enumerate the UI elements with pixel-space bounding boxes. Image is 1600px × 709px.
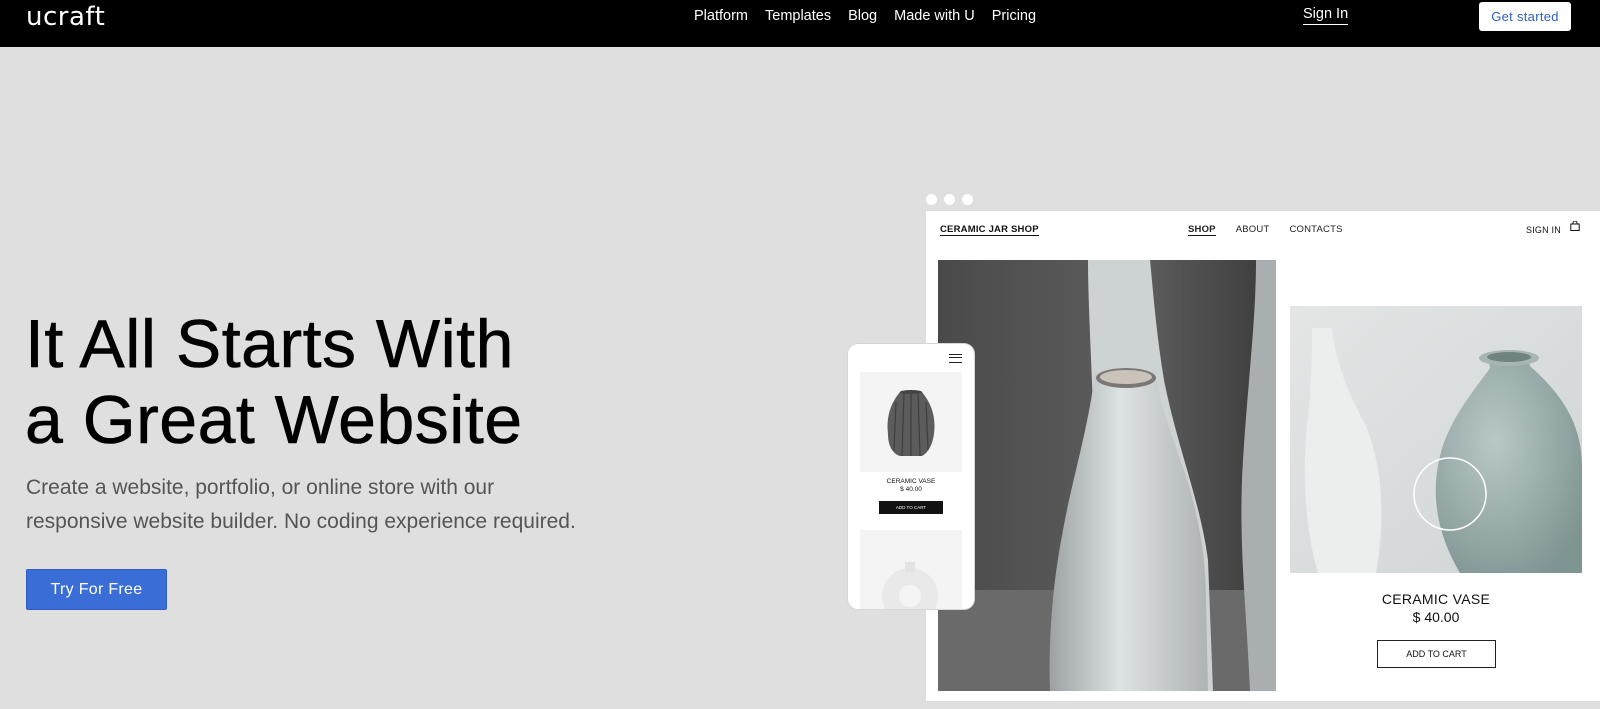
shop-nav-about: ABOUT [1235, 224, 1270, 235]
hero-subtitle-line-1: Create a website, portfolio, or online s… [26, 476, 495, 499]
nav-item-templates[interactable]: Templates [765, 8, 831, 24]
shop-name: CERAMIC JAR SHOP [940, 224, 1039, 236]
window-dot [926, 194, 937, 205]
nav-item-made-with-u[interactable]: Made with U [894, 8, 975, 24]
shop-nav-contacts: CONTACTS [1289, 224, 1343, 235]
nav-item-blog[interactable]: Blog [848, 8, 877, 24]
hero-title-line-1: It All Starts With [25, 306, 514, 383]
mobile-product-name: CERAMIC VASE [886, 478, 936, 485]
menu-icon [949, 354, 962, 363]
shop-nav: SHOP ABOUT CONTACTS [1188, 224, 1363, 236]
product-price: $ 40.00 [1412, 609, 1460, 625]
shop-sign-in: SIGN IN [1526, 225, 1561, 235]
window-dot [944, 194, 955, 205]
mobile-add-to-cart-button: ADD TO CART [879, 501, 943, 514]
hero-subtitle-line-2: responsive website builder. No coding ex… [26, 510, 576, 533]
window-dot [962, 194, 973, 205]
mobile-site-preview: CERAMIC VASE $ 40.00 ADD TO CART [848, 344, 974, 609]
try-for-free-button[interactable]: Try For Free [26, 569, 167, 610]
shopping-bag-icon [1570, 221, 1580, 231]
hero-subtitle: Create a website, portfolio, or online s… [26, 471, 666, 539]
mobile-product-image [860, 372, 962, 472]
hero-title-line-2: a Great Website [25, 382, 523, 459]
mobile-product-image-2 [860, 530, 962, 609]
vase-side-photo [1290, 306, 1582, 573]
hero-title: It All Starts With a Great Website [25, 306, 523, 459]
nav-item-pricing[interactable]: Pricing [992, 8, 1036, 24]
top-navigation-bar: ucraft Platform Templates Blog Made with… [0, 0, 1600, 47]
get-started-button[interactable]: Get started [1479, 2, 1571, 31]
mobile-product-price: $ 40.00 [900, 486, 922, 493]
shop-nav-shop: SHOP [1188, 224, 1216, 236]
desktop-site-preview: CERAMIC JAR SHOP SHOP ABOUT CONTACTS SIG… [926, 211, 1600, 701]
main-nav: Platform Templates Blog Made with U Pric… [694, 8, 1053, 24]
add-to-cart-button: ADD TO CART [1377, 640, 1496, 668]
product-name: CERAMIC VASE [1381, 591, 1491, 607]
sign-in-link[interactable]: Sign In [1303, 6, 1349, 25]
vase-main-photo [938, 260, 1276, 691]
nav-item-platform[interactable]: Platform [694, 8, 748, 24]
ucraft-logo[interactable]: ucraft [26, 2, 105, 32]
browser-window-dots [926, 194, 980, 205]
